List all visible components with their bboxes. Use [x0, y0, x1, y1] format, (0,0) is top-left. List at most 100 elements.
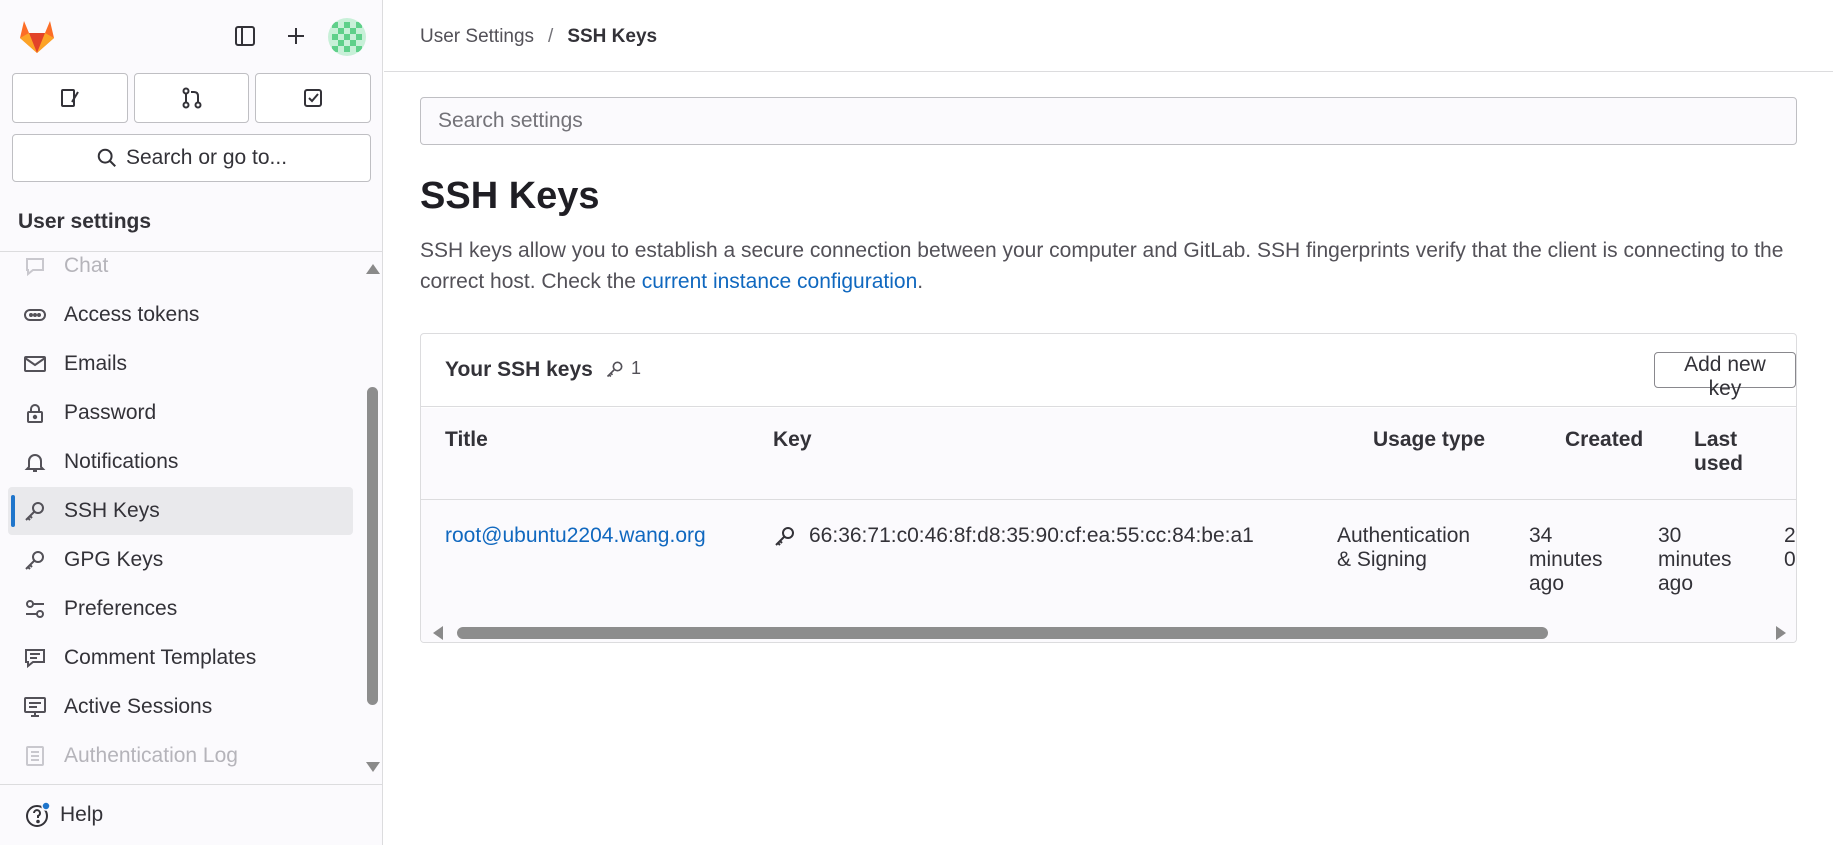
help-label: Help	[60, 803, 104, 826]
search-or-go-label: Search or go to...	[125, 146, 288, 169]
sidebar-section-title: User settings	[18, 210, 152, 233]
header-line: used	[1694, 452, 1744, 475]
main-content: User Settings / SSH Keys SSH Keys SSH ke…	[384, 0, 1833, 845]
cell-line: ago	[1658, 572, 1694, 595]
cell-line: 0	[1784, 548, 1796, 571]
expires-cell: 2 0	[1784, 524, 1797, 572]
sidebar-item-label: Active Sessions	[64, 695, 213, 718]
column-header-created: Created	[1565, 428, 1644, 451]
sidebar: Search or go to... User settings Chat Ac…	[0, 0, 383, 845]
monitor-icon	[22, 694, 48, 720]
last-used-cell: 30 minutes ago	[1658, 524, 1732, 596]
sidebar-item-ssh-keys[interactable]: SSH Keys	[8, 487, 353, 535]
sidebar-scrollbar[interactable]	[362, 258, 382, 778]
key-icon	[775, 527, 794, 546]
bell-icon	[22, 449, 48, 475]
sidebar-item-chat[interactable]: Chat	[8, 252, 353, 290]
cell-line: ago	[1529, 572, 1565, 595]
sidebar-item-label: GPG Keys	[64, 548, 164, 571]
sidebar-item-label: SSH Keys	[64, 499, 160, 522]
merge-request-icon	[182, 87, 201, 109]
plus-icon[interactable]	[280, 20, 312, 52]
sidebar-item-comment-templates[interactable]: Comment Templates	[8, 634, 353, 682]
key-count: 1	[631, 358, 642, 378]
page-title: SSH Keys	[420, 175, 600, 217]
cell-line: minutes	[1658, 548, 1732, 571]
sidebar-nav: Chat Access tokens Emails Password Notif…	[0, 252, 360, 783]
cell-line: minutes	[1529, 548, 1603, 571]
cell-line: Authentication	[1337, 524, 1471, 547]
sidebar-item-authentication-log[interactable]: Authentication Log	[8, 732, 353, 780]
help-button[interactable]: Help	[24, 801, 103, 829]
sidebar-header	[0, 0, 382, 70]
gitlab-logo-icon[interactable]	[17, 16, 57, 56]
breadcrumb-separator: /	[548, 26, 554, 47]
ssh-keys-card: Your SSH keys 1 Add new key Title Key Us…	[420, 333, 1797, 643]
scroll-thumb[interactable]	[367, 387, 378, 705]
lock-icon	[22, 400, 48, 426]
card-title: Your SSH keys	[445, 358, 593, 381]
page-description: SSH keys allow you to establish a secure…	[420, 235, 1810, 297]
sidebar-footer: Help	[0, 784, 382, 845]
issues-icon	[60, 89, 79, 107]
add-new-key-button[interactable]: Add new key	[1654, 352, 1796, 400]
scroll-down-arrow[interactable]	[366, 762, 380, 772]
avatar[interactable]	[328, 18, 366, 56]
key-icon	[22, 547, 48, 573]
key-fingerprint: 66:36:71:c0:46:8f:d8:35:90:cf:ea:55:cc:8…	[809, 524, 1254, 547]
key-count-badge: 1	[605, 358, 641, 379]
usage-type-cell: Authentication & Signing	[1337, 524, 1470, 572]
token-icon	[22, 302, 48, 328]
sidebar-item-preferences[interactable]: Preferences	[8, 585, 353, 633]
key-title-link[interactable]: root@ubuntu2204.wang.org	[445, 524, 706, 548]
sidebar-item-label: Chat	[64, 254, 109, 277]
scroll-left-arrow[interactable]	[433, 626, 443, 640]
toggle-sidebar-icon[interactable]	[229, 20, 261, 52]
merge-requests-button[interactable]	[133, 73, 250, 123]
breadcrumb-user-settings[interactable]: User Settings	[420, 26, 534, 48]
comment-icon	[22, 645, 48, 671]
sidebar-item-label: Preferences	[64, 597, 178, 620]
search-settings-input[interactable]	[420, 97, 1797, 145]
key-fingerprint-cell: 66:36:71:c0:46:8f:d8:35:90:cf:ea:55:cc:8…	[773, 524, 1254, 548]
scroll-up-arrow[interactable]	[366, 264, 380, 274]
top-bar: User Settings / SSH Keys	[384, 0, 1833, 72]
issues-button[interactable]	[12, 73, 128, 123]
help-icon	[26, 801, 51, 827]
search-or-go-button[interactable]: Search or go to...	[12, 134, 371, 182]
column-header-key: Key	[773, 428, 812, 451]
sidebar-item-label: Authentication Log	[64, 744, 238, 767]
column-header-last-used: Last used	[1694, 428, 1743, 476]
search-icon	[97, 148, 116, 167]
sidebar-item-gpg-keys[interactable]: GPG Keys	[8, 536, 353, 584]
sidebar-item-label: Access tokens	[64, 303, 200, 326]
cell-line: 34	[1529, 524, 1553, 547]
header-line: Last	[1694, 428, 1738, 451]
sidebar-item-notifications[interactable]: Notifications	[8, 438, 353, 486]
breadcrumb: User Settings / SSH Keys	[420, 26, 657, 48]
sidebar-item-password[interactable]: Password	[8, 389, 353, 437]
cell-line: 2	[1784, 524, 1796, 547]
sidebar-item-label: Password	[64, 401, 157, 424]
sidebar-item-label: Notifications	[64, 450, 179, 473]
horizontal-scroll-thumb[interactable]	[457, 627, 1548, 639]
todo-button[interactable]	[255, 73, 372, 123]
description-text: SSH keys allow you to establish a secure…	[420, 239, 1784, 293]
chat-icon	[22, 253, 48, 279]
sidebar-item-active-sessions[interactable]: Active Sessions	[8, 683, 353, 731]
sidebar-item-emails[interactable]: Emails	[8, 340, 353, 388]
quick-actions	[12, 73, 372, 123]
sidebar-item-access-tokens[interactable]: Access tokens	[8, 291, 353, 339]
mail-icon	[22, 351, 48, 377]
table-horizontal-scrollbar[interactable]	[421, 620, 1798, 642]
instance-configuration-link[interactable]: current instance configuration	[642, 270, 918, 293]
scroll-right-arrow[interactable]	[1776, 626, 1786, 640]
key-icon	[606, 361, 623, 377]
card-header: Your SSH keys 1 Add new key	[421, 334, 1796, 407]
log-icon	[22, 743, 48, 769]
key-icon	[22, 498, 48, 524]
column-header-usage-type: Usage type	[1373, 428, 1486, 451]
sidebar-item-label: Emails	[64, 352, 128, 375]
table-header: Title Key Usage type Created Last used E	[421, 408, 1796, 500]
breadcrumb-ssh-keys[interactable]: SSH Keys	[567, 26, 657, 48]
